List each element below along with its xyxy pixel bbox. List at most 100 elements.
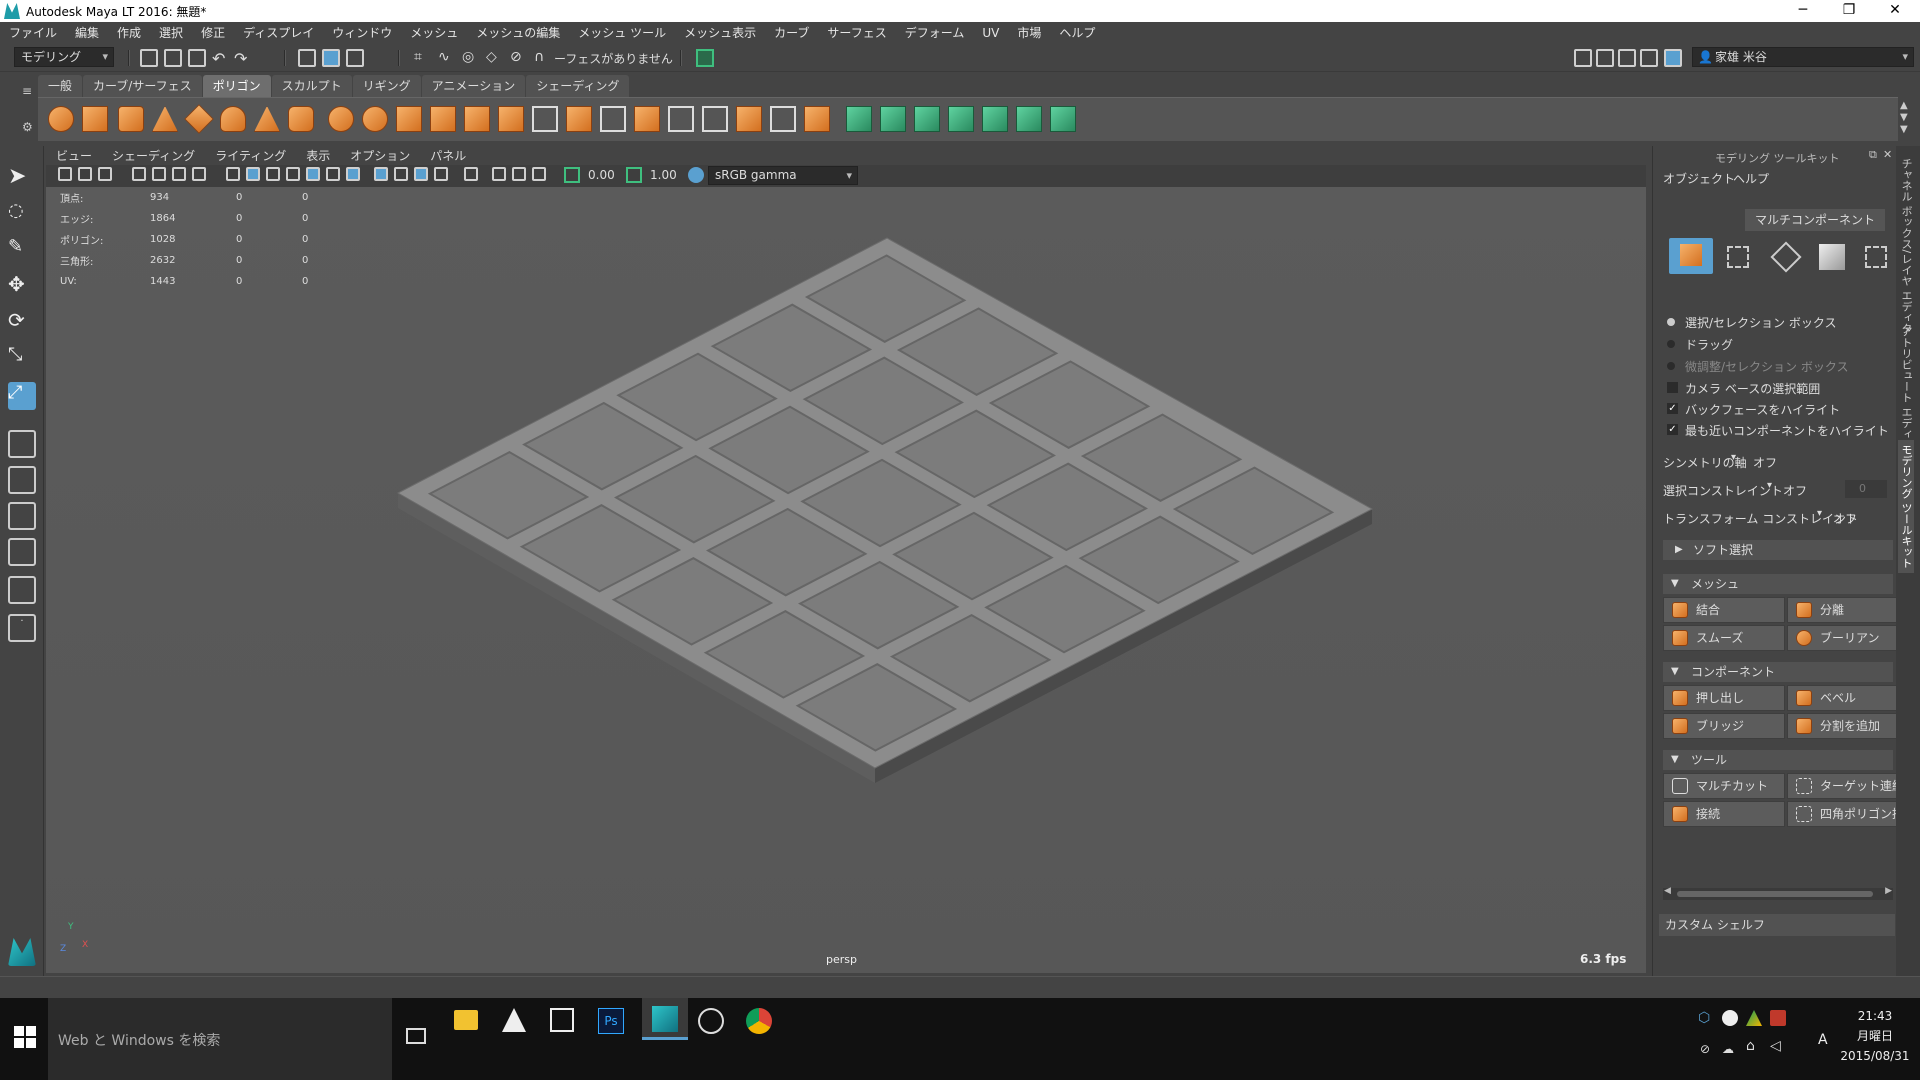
search-box[interactable]: Web と Windows を検索	[48, 998, 392, 1080]
sculpt-app-icon[interactable]	[502, 1008, 526, 1032]
isolate-select-icon[interactable]	[464, 167, 478, 181]
show-hide-modeling-toolkit-icon[interactable]	[1574, 49, 1592, 67]
checkbox-checked-icon[interactable]: ✓	[1667, 424, 1678, 435]
shelf-tab-polygons[interactable]: ポリゴン	[202, 75, 271, 97]
checkbox-icon[interactable]	[1667, 382, 1678, 393]
bevel-icon[interactable]	[498, 106, 524, 132]
radio-icon[interactable]	[1667, 362, 1675, 370]
snap-curve-icon[interactable]: ∿	[438, 49, 456, 67]
bridge-button[interactable]: ブリッジ	[1663, 713, 1785, 739]
automatic-uv-icon[interactable]	[948, 106, 974, 132]
target-weld-button[interactable]: ターゲット連結	[1787, 773, 1909, 799]
menu-edit[interactable]: 編集	[66, 22, 108, 44]
toolkit-menu-object[interactable]: オブジェクト	[1663, 170, 1735, 187]
photoshop-icon[interactable]: Ps	[598, 1008, 624, 1034]
menu-mesh[interactable]: メッシュ	[401, 22, 467, 44]
transform-constraint-dropdown-icon[interactable]: ▾	[1817, 508, 1822, 519]
menu-uv[interactable]: UV	[973, 22, 1008, 44]
user-account-dropdown[interactable]: 家雄 米谷	[1692, 47, 1914, 67]
use-all-lights-icon[interactable]	[326, 167, 340, 181]
wireframe-icon[interactable]	[226, 167, 240, 181]
notification-icon[interactable]: ⊘	[1700, 1042, 1710, 1056]
layout-custom-icon[interactable]: ·	[8, 614, 36, 642]
close-button[interactable]: ✕	[1872, 0, 1918, 22]
custom-shelf-header[interactable]: カスタム シェルフ	[1659, 914, 1895, 936]
option-drag[interactable]: ドラッグ	[1685, 336, 1733, 353]
checkbox-checked-icon[interactable]: ✓	[1667, 403, 1678, 414]
snap-view-plane-icon[interactable]: ◇	[486, 49, 504, 67]
move-tool-icon[interactable]: ✥	[8, 272, 36, 300]
vp-menu-show[interactable]: 表示	[296, 147, 340, 165]
layout-two-pane-icon[interactable]	[8, 502, 36, 530]
radio-selected-icon[interactable]	[1667, 318, 1675, 326]
last-tool-used-icon[interactable]: ⤢	[8, 382, 36, 410]
tools-section-header[interactable]: ツール	[1663, 750, 1893, 770]
select-tool-icon[interactable]: ➤	[8, 164, 36, 192]
poke-icon[interactable]	[804, 106, 830, 132]
poly-pyramid-icon[interactable]	[254, 106, 280, 132]
quad-draw-button[interactable]: 四角ポリゴン描画	[1787, 801, 1909, 827]
tray-red-icon[interactable]	[1770, 1010, 1786, 1026]
magnet-icon[interactable]: ∩	[534, 49, 552, 67]
xray-components-icon[interactable]	[532, 167, 546, 181]
face-mode-icon[interactable]	[1819, 244, 1845, 270]
layers-icon[interactable]	[1664, 49, 1682, 67]
bookmarks-icon[interactable]	[98, 167, 112, 181]
ide-app-icon[interactable]	[550, 1008, 574, 1032]
maya-taskbar-button[interactable]	[642, 998, 688, 1040]
google-drive-icon[interactable]	[1746, 1010, 1762, 1026]
boolean-icon[interactable]	[464, 106, 490, 132]
bevel-button[interactable]: ベベル	[1787, 685, 1909, 711]
select-constraint-number[interactable]: 0	[1845, 480, 1887, 498]
motion-blur-icon[interactable]	[394, 167, 408, 181]
append-icon[interactable]	[634, 106, 660, 132]
mirror-icon[interactable]	[396, 106, 422, 132]
combine-icon[interactable]	[328, 106, 354, 132]
multisample-aa-icon[interactable]	[414, 167, 428, 181]
multi-component-button[interactable]: マルチコンポーネント	[1745, 209, 1885, 231]
menu-modify[interactable]: 修正	[192, 22, 234, 44]
rotate-tool-icon[interactable]: ⟳	[8, 308, 36, 336]
smooth-shade-icon[interactable]	[246, 167, 260, 181]
menu-display[interactable]: ディスプレイ	[234, 22, 323, 44]
boolean-button[interactable]: ブーリアン	[1787, 625, 1909, 651]
select-hierarchy-icon[interactable]	[298, 49, 316, 67]
gamma-value[interactable]: 1.00	[650, 168, 677, 182]
volume-icon[interactable]: ◁	[1770, 1038, 1781, 1054]
shelf-tab-sculpting[interactable]: スカルプト	[271, 75, 352, 97]
viewport-canvas[interactable]	[46, 187, 1646, 973]
menu-edit-mesh[interactable]: メッシュの編集	[467, 22, 569, 44]
tab-attribute-editor[interactable]: アトリビュート エディタ	[1898, 326, 1914, 451]
grid-icon[interactable]	[132, 167, 146, 181]
task-view-icon[interactable]	[406, 1028, 426, 1044]
vp-menu-lighting[interactable]: ライティング	[205, 147, 296, 165]
menu-file[interactable]: ファイル	[0, 22, 66, 44]
windows-start-icon[interactable]	[14, 1026, 36, 1048]
cloud-icon[interactable]: ☁	[1722, 1042, 1734, 1056]
insert-edge-loop-icon[interactable]	[668, 106, 694, 132]
vp-menu-shading[interactable]: シェーディング	[102, 147, 205, 165]
scrollbar-thumb[interactable]	[1677, 891, 1873, 897]
option-select-box[interactable]: 選択/セレクション ボックス	[1685, 314, 1837, 331]
depth-of-field-icon[interactable]	[434, 167, 448, 181]
smooth-button[interactable]: スムーズ	[1663, 625, 1785, 651]
menu-surfaces[interactable]: サーフェス	[818, 22, 895, 44]
radio-icon[interactable]	[1667, 340, 1675, 348]
menu-mesh-tools[interactable]: メッシュ ツール	[569, 22, 675, 44]
gamma-icon[interactable]	[626, 167, 642, 183]
screen-space-ao-icon[interactable]	[374, 167, 388, 181]
uv-mode-icon[interactable]	[1865, 246, 1887, 268]
shelf-settings-icon[interactable]: ⚙	[22, 120, 33, 134]
check-camera-based[interactable]: カメラ ベースの選択範囲	[1685, 380, 1820, 397]
layout-four-pane-icon[interactable]	[8, 466, 36, 494]
layout-persp-outliner-icon[interactable]	[8, 538, 36, 566]
vertex-mode-icon[interactable]	[1727, 246, 1749, 268]
multicut-icon[interactable]	[532, 106, 558, 132]
multicut-button[interactable]: マルチカット	[1663, 773, 1785, 799]
extrude-icon[interactable]	[566, 106, 592, 132]
poly-plane-icon[interactable]	[184, 104, 214, 134]
xray-joints-icon[interactable]	[512, 167, 526, 181]
fill-hole-icon[interactable]	[736, 106, 762, 132]
check-backface[interactable]: バックフェースをハイライト	[1685, 401, 1840, 418]
maximize-button[interactable]: ❐	[1826, 0, 1872, 22]
